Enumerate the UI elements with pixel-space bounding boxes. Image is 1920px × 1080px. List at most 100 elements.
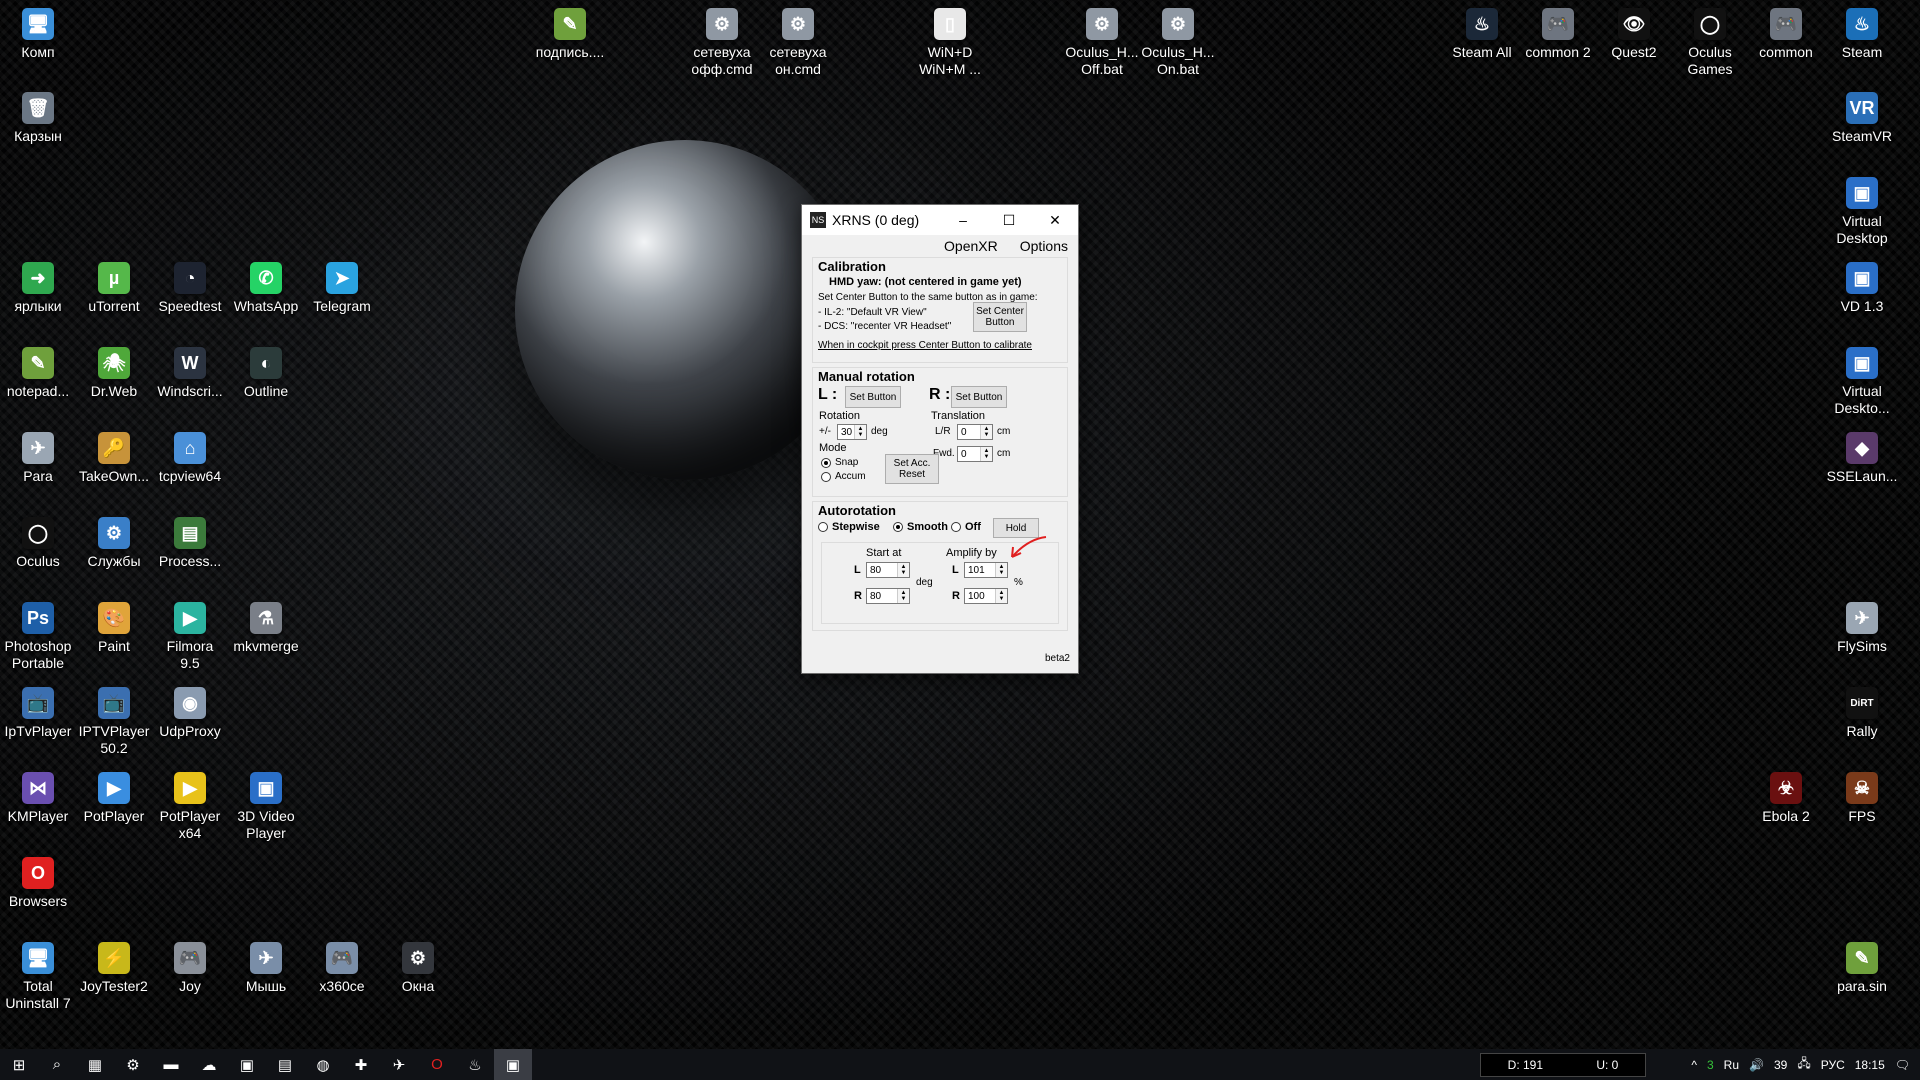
spin-arrows-icon[interactable]: ▲ ▼ bbox=[995, 563, 1007, 577]
desktop-icon[interactable]: Ps Photoshop Portable bbox=[0, 602, 76, 672]
desktop-icon[interactable]: ◯ Oculus bbox=[0, 517, 76, 570]
desktop-icon[interactable]: ✈ Мышь bbox=[228, 942, 304, 995]
desktop-icon[interactable]: ⚙ сетевуха он.cmd bbox=[760, 8, 836, 78]
spin-arrows-icon[interactable]: ▲ ▼ bbox=[897, 563, 909, 577]
desktop-icon[interactable]: ⚡ JoyTester2 bbox=[76, 942, 152, 995]
desktop-icon[interactable]: ✈ Para bbox=[0, 432, 76, 485]
clock[interactable]: 18:15 bbox=[1855, 1058, 1885, 1072]
gamepad-icon[interactable]: ✚ bbox=[342, 1049, 380, 1080]
desktop-icon[interactable]: ⚗ mkvmerge bbox=[228, 602, 304, 655]
accum-radio[interactable] bbox=[821, 472, 831, 482]
amp-r-stepper[interactable]: 100 ▲ ▼ bbox=[964, 588, 1008, 604]
desktop-icon[interactable]: 🎮 common bbox=[1748, 8, 1824, 61]
desktop-icon[interactable]: ✎ подпись.... bbox=[532, 8, 608, 61]
desktop-icon[interactable]: ▶ PotPlayer bbox=[76, 772, 152, 825]
desktop-icon[interactable]: ▤ Process... bbox=[152, 517, 228, 570]
desktop-icon[interactable]: ▣ Virtual Deskto... bbox=[1824, 347, 1900, 417]
desktop-icon[interactable]: ▶ Filmora 9.5 bbox=[152, 602, 228, 672]
app-tile-icon[interactable]: ▤ bbox=[266, 1049, 304, 1080]
stepwise-radio[interactable] bbox=[818, 522, 828, 532]
set-center-button[interactable]: Set Center Button bbox=[973, 302, 1027, 332]
desktop-icon[interactable]: 📺 IpTvPlayer bbox=[0, 687, 76, 740]
tray-expand-icon[interactable]: ^ bbox=[1691, 1058, 1697, 1072]
desktop-icon[interactable]: O Browsers bbox=[0, 857, 76, 910]
desktop-icon[interactable]: ✆ WhatsApp bbox=[228, 262, 304, 315]
desktop-icon[interactable]: ✎ para.sin bbox=[1824, 942, 1900, 995]
desktop-icon[interactable]: 📺 IPTVPlayer 50.2 bbox=[76, 687, 152, 757]
desktop-icon[interactable]: ▣ Virtual Desktop bbox=[1824, 177, 1900, 247]
language-indicator[interactable]: РУС bbox=[1821, 1058, 1845, 1072]
store-icon[interactable]: ▣ bbox=[228, 1049, 266, 1080]
spin-arrows-icon[interactable]: ▲ ▼ bbox=[980, 447, 992, 461]
set-left-button[interactable]: Set Button bbox=[845, 386, 901, 408]
spin-arrows-icon[interactable]: ▲ ▼ bbox=[854, 425, 866, 439]
start-button[interactable]: ⊞ bbox=[0, 1049, 38, 1080]
off-radio[interactable] bbox=[951, 522, 961, 532]
desktop-icon[interactable]: ☣ Ebola 2 bbox=[1748, 772, 1824, 825]
desktop-icon[interactable]: ♨ Steam bbox=[1824, 8, 1900, 61]
desktop-icon[interactable]: 🗑 Карзын bbox=[0, 92, 76, 145]
smooth-radio[interactable] bbox=[893, 522, 903, 532]
desktop-icon[interactable]: 🖥 Total Uninstall 7 bbox=[0, 942, 76, 1012]
desktop-icon[interactable]: DiRT Rally bbox=[1824, 687, 1900, 740]
maximize-button[interactable]: ☐ bbox=[986, 205, 1032, 235]
set-acc-reset-button[interactable]: Set Acc. Reset bbox=[885, 454, 939, 484]
tray-ru-icon[interactable]: Ru bbox=[1724, 1058, 1739, 1072]
file-explorer-icon[interactable]: ▬ bbox=[152, 1049, 190, 1080]
menu-options[interactable]: Options bbox=[1020, 238, 1068, 254]
start-l-stepper[interactable]: 80 ▲ ▼ bbox=[866, 562, 910, 578]
notification-icon[interactable]: 🗨 bbox=[1895, 1058, 1910, 1072]
close-button[interactable]: ✕ bbox=[1032, 205, 1078, 235]
desktop-icon[interactable]: ◔ Speedtest bbox=[152, 262, 228, 315]
fwd-stepper[interactable]: 0 ▲ ▼ bbox=[957, 446, 993, 462]
minimize-button[interactable]: – bbox=[940, 205, 986, 235]
network-icon[interactable]: 🖧 bbox=[1797, 1054, 1810, 1075]
desktop-icon[interactable]: 🕷 Dr.Web bbox=[76, 347, 152, 400]
desktop-icon[interactable]: ⚙ Oculus_H... Off.bat bbox=[1064, 8, 1140, 78]
rotation-stepper[interactable]: 30 ▲ ▼ bbox=[837, 424, 867, 440]
desktop-icon[interactable]: ⚙ Oculus_H... On.bat bbox=[1140, 8, 1216, 78]
spin-arrows-icon[interactable]: ▲ ▼ bbox=[897, 589, 909, 603]
opera-browser-icon[interactable]: O bbox=[418, 1049, 456, 1080]
desktop-icon[interactable]: ◉ UdpProxy bbox=[152, 687, 228, 740]
desktop-icon[interactable]: ⋈ KMPlayer bbox=[0, 772, 76, 825]
desktop-icon[interactable]: ➜ ярлыки bbox=[0, 262, 76, 315]
settings-gear-icon[interactable]: ⚙ bbox=[114, 1049, 152, 1080]
desktop-icon[interactable]: 🎮 x360ce bbox=[304, 942, 380, 995]
desktop-icon[interactable]: µ uTorrent bbox=[76, 262, 152, 315]
titlebar[interactable]: NS XRNS (0 deg) – ☐ ✕ bbox=[802, 205, 1078, 235]
desktop-icon[interactable]: ⚙ Службы bbox=[76, 517, 152, 570]
desktop-icon[interactable]: W Windscri... bbox=[152, 347, 228, 400]
desktop-icon[interactable]: VR SteamVR bbox=[1824, 92, 1900, 145]
tray-indicator[interactable]: 3 bbox=[1707, 1058, 1714, 1072]
plane-icon[interactable]: ✈ bbox=[380, 1049, 418, 1080]
desktop-icon[interactable]: ◯ Oculus Games bbox=[1672, 8, 1748, 78]
desktop-icon[interactable]: ♨ Steam All bbox=[1444, 8, 1520, 61]
desktop-icon[interactable]: 🔑 TakeOwn... bbox=[76, 432, 152, 485]
start-r-stepper[interactable]: 80 ▲ ▼ bbox=[866, 588, 910, 604]
desktop-icon[interactable]: 👁 Quest2 bbox=[1596, 8, 1672, 61]
desktop-icon[interactable]: ▯ WiN+D WiN+M ... bbox=[912, 8, 988, 78]
desktop-icon[interactable]: ◐ Outline bbox=[228, 347, 304, 400]
desktop-icon[interactable]: ⌂ tcpview64 bbox=[152, 432, 228, 485]
amp-l-stepper[interactable]: 101 ▲ ▼ bbox=[964, 562, 1008, 578]
desktop-icon[interactable]: 🖥 Комп bbox=[0, 8, 76, 61]
xrns-taskbar-icon[interactable]: ▣ bbox=[494, 1049, 532, 1080]
cloud-drive-icon[interactable]: ☁ bbox=[190, 1049, 228, 1080]
desktop-icon[interactable]: ⚙ Окна bbox=[380, 942, 456, 995]
snap-radio[interactable] bbox=[821, 458, 831, 468]
desktop-icon[interactable]: 🎨 Paint bbox=[76, 602, 152, 655]
globe-icon[interactable]: ◍ bbox=[304, 1049, 342, 1080]
lr-stepper[interactable]: 0 ▲ ▼ bbox=[957, 424, 993, 440]
spin-arrows-icon[interactable]: ▲ ▼ bbox=[995, 589, 1007, 603]
desktop-icon[interactable]: 🎮 Joy bbox=[152, 942, 228, 995]
desktop-icon[interactable]: ☠ FPS bbox=[1824, 772, 1900, 825]
calculator-icon[interactable]: ▦ bbox=[76, 1049, 114, 1080]
menu-openxr[interactable]: OpenXR bbox=[944, 238, 998, 254]
search-icon[interactable]: ⌕ bbox=[38, 1049, 76, 1080]
desktop-icon[interactable]: ⚙ сетевуха офф.cmd bbox=[684, 8, 760, 78]
desktop-icon[interactable]: ✎ notepad... bbox=[0, 347, 76, 400]
desktop-icon[interactable]: ▶ PotPlayer x64 bbox=[152, 772, 228, 842]
volume-icon[interactable]: 🔊 bbox=[1749, 1058, 1764, 1072]
set-right-button[interactable]: Set Button bbox=[951, 386, 1007, 408]
